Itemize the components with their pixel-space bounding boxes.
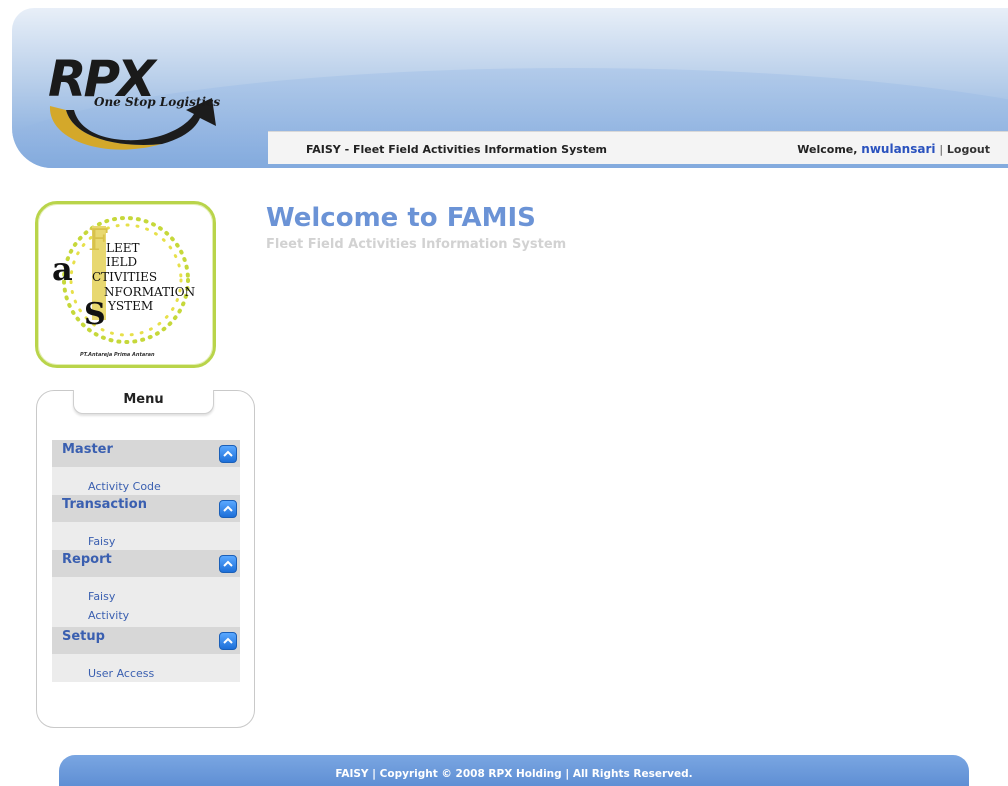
logo-line-3: CTIVITIES (92, 270, 157, 284)
menu-section-setup: Setup User Access (52, 627, 240, 682)
logo-tagline: One Stop Logistics (94, 95, 220, 109)
logo-line-5: YSTEM (107, 299, 153, 313)
menu-section-report: Report Faisy Activity (52, 550, 240, 627)
separator: | (939, 143, 944, 156)
fais-logo-graphic: F a S LEET IELD CTIVITIES NFORMATION YST… (52, 216, 195, 358)
username-link[interactable]: nwulansari (861, 142, 935, 156)
menu-title: Menu (73, 390, 214, 414)
menu-header-transaction[interactable]: Transaction (52, 495, 240, 522)
menu-header-label: Master (62, 442, 113, 457)
logout-link[interactable]: Logout (947, 143, 990, 156)
collapse-icon[interactable] (219, 445, 237, 463)
menu-header-label: Transaction (62, 497, 147, 512)
page-subtitle: Fleet Field Activities Information Syste… (266, 237, 567, 252)
menu-header-master[interactable]: Master (52, 440, 240, 467)
menu-item-report-activity[interactable]: Activity (52, 605, 240, 627)
sidebar-menu: Menu Master Activity Code Transaction Fa… (36, 390, 255, 728)
menu-item-activity-code[interactable]: Activity Code (52, 467, 240, 495)
system-title: FAISY - Fleet Field Activities Informati… (306, 143, 607, 156)
header-info-bar: FAISY - Fleet Field Activities Informati… (268, 131, 1008, 164)
logo-initial-a: a (52, 250, 73, 288)
logo-line-4: NFORMATION (104, 285, 195, 299)
collapse-icon[interactable] (219, 632, 237, 650)
logo-line-2: IELD (106, 255, 137, 269)
user-welcome: Welcome, nwulansari | Logout (797, 142, 990, 156)
welcome-label: Welcome, (797, 143, 858, 156)
menu-section-master: Master Activity Code (52, 440, 240, 495)
collapse-icon[interactable] (219, 500, 237, 518)
menu-header-label: Setup (62, 629, 105, 644)
menu-list: Master Activity Code Transaction Faisy R… (52, 440, 240, 682)
footer: FAISY | Copyright © 2008 RPX Holding | A… (59, 755, 969, 786)
menu-header-setup[interactable]: Setup (52, 627, 240, 654)
rpx-logo: RPX One Stop Logistics (48, 52, 220, 150)
menu-item-report-faisy[interactable]: Faisy (52, 577, 240, 605)
logo-initial-s: S (84, 297, 106, 332)
collapse-icon[interactable] (219, 555, 237, 573)
menu-section-transaction: Transaction Faisy (52, 495, 240, 550)
page-title: Welcome to FAMIS (266, 203, 536, 233)
menu-header-label: Report (62, 552, 112, 567)
logo-caption: PT.Antareja Prima Antaran (80, 352, 155, 358)
menu-item-user-access[interactable]: User Access (52, 654, 240, 682)
logo-line-1: LEET (106, 241, 140, 255)
fais-logo: F a S LEET IELD CTIVITIES NFORMATION YST… (35, 201, 216, 368)
menu-header-report[interactable]: Report (52, 550, 240, 577)
menu-item-transaction-faisy[interactable]: Faisy (52, 522, 240, 550)
